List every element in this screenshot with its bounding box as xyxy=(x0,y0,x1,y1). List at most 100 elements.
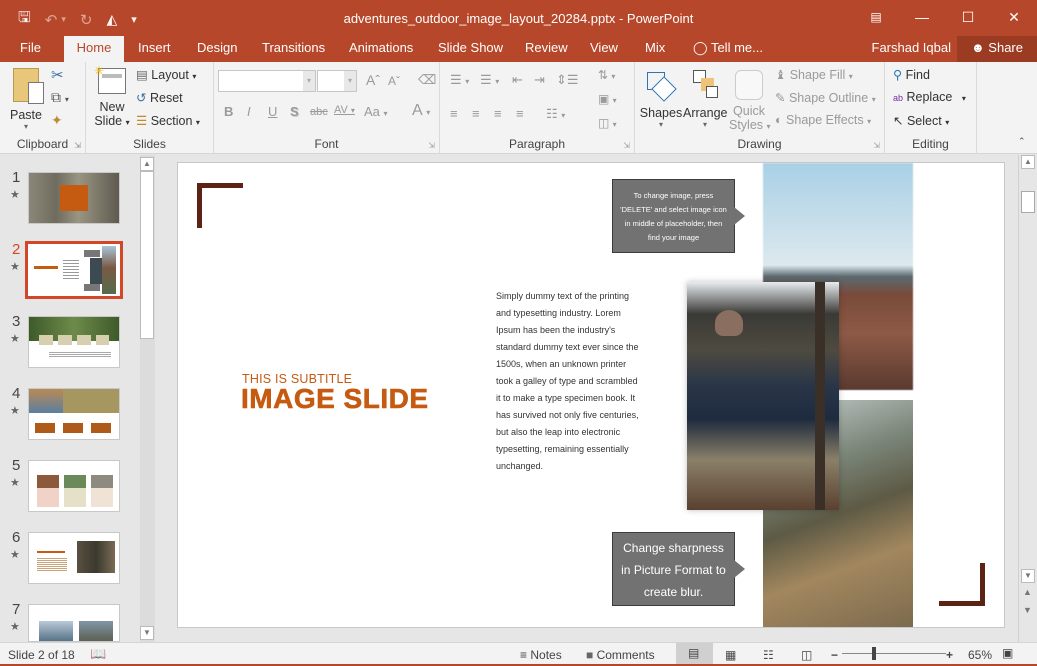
align-left-icon[interactable]: ≡ xyxy=(450,106,458,121)
cut-icon[interactable]: ✂ xyxy=(51,66,64,84)
change-case-button[interactable]: Aa ▾ xyxy=(364,104,388,119)
normal-view-button[interactable]: ▤ xyxy=(676,643,713,664)
slide-scroll-thumb[interactable] xyxy=(1021,191,1035,213)
tab-home[interactable]: Home xyxy=(64,36,124,62)
scroll-down-icon[interactable]: ▼ xyxy=(140,626,154,640)
shadow-button[interactable]: S xyxy=(290,104,299,119)
clipboard-dialog-launcher-icon[interactable]: ⇲ xyxy=(74,141,81,150)
tab-design[interactable]: Design xyxy=(187,36,247,62)
increase-indent-icon[interactable]: ⇥ xyxy=(534,72,545,88)
arrange-button[interactable]: Arrange ▾ xyxy=(683,66,727,129)
slide-body-text[interactable]: Simply dummy text of the printing and ty… xyxy=(496,288,641,475)
comments-button[interactable]: ■ Comments xyxy=(586,648,655,662)
underline-button[interactable]: U xyxy=(268,104,277,119)
paragraph-dialog-launcher-icon[interactable]: ⇲ xyxy=(623,141,630,150)
shape-fill-button[interactable]: ♝ Shape Fill ▾ xyxy=(775,67,853,82)
section-button[interactable]: ☰ Section ▾ xyxy=(136,113,200,128)
previous-slide-icon[interactable]: ▲ xyxy=(1023,587,1032,597)
collapse-ribbon-icon[interactable]: ⌃ xyxy=(1018,136,1026,147)
new-slide-button[interactable]: ✳ New Slide ▾ xyxy=(94,64,130,128)
slide-thumbnail-2[interactable] xyxy=(25,241,123,299)
tab-animations[interactable]: Animations xyxy=(339,36,423,62)
zoom-in-button[interactable]: + xyxy=(946,648,953,662)
align-center-icon[interactable]: ≡ xyxy=(472,106,480,121)
bullets-icon[interactable]: ☰ ▾ xyxy=(450,72,469,88)
bold-button[interactable]: B xyxy=(224,104,233,119)
maximize-button[interactable]: ☐ xyxy=(945,0,991,34)
slide-sorter-view-button[interactable]: ▦ xyxy=(725,648,736,662)
scroll-down-icon[interactable]: ▼ xyxy=(1021,569,1035,583)
shapes-button[interactable]: Shapes ▾ xyxy=(639,66,683,129)
scroll-up-icon[interactable]: ▲ xyxy=(140,157,154,171)
character-spacing-button[interactable]: AV ▾ xyxy=(334,104,355,116)
align-text-icon[interactable]: ▣ ▾ xyxy=(598,92,617,106)
slide-title[interactable]: IMAGE SLIDE xyxy=(241,383,429,415)
tab-review[interactable]: Review xyxy=(515,36,578,62)
format-painter-icon[interactable]: ✦ xyxy=(51,112,63,129)
decrease-font-size-icon[interactable]: Aˇ xyxy=(388,74,400,88)
copy-icon[interactable]: ⧉ ▾ xyxy=(51,89,69,106)
zoom-slider-track[interactable] xyxy=(842,653,946,654)
spell-check-icon[interactable]: 📖 xyxy=(90,646,106,662)
replace-button[interactable]: ab Replace ▾ xyxy=(893,90,966,104)
increase-font-size-icon[interactable]: Aˆ xyxy=(366,72,380,88)
align-right-icon[interactable]: ≡ xyxy=(494,106,502,121)
justify-icon[interactable]: ≡ xyxy=(516,106,524,121)
smartart-icon[interactable]: ◫ ▾ xyxy=(598,116,617,130)
minimize-button[interactable]: — xyxy=(899,0,945,34)
layout-button[interactable]: ▤ Layout ▾ xyxy=(136,67,196,82)
shape-outline-button[interactable]: ✎ Shape Outline ▾ xyxy=(775,90,876,105)
notes-button[interactable]: ≡ Notes xyxy=(520,648,562,662)
slide-thumbnail-3[interactable] xyxy=(28,316,120,368)
reading-view-button[interactable]: ☷ xyxy=(763,648,774,662)
callout-change-image[interactable]: To change image, press 'DELETE' and sele… xyxy=(612,179,745,253)
tab-file[interactable]: File xyxy=(10,36,51,62)
ribbon-display-options-button[interactable]: ▤ xyxy=(853,0,899,34)
thumbnail-scrollbar[interactable]: ▲ ▼ xyxy=(140,155,155,642)
tab-insert[interactable]: Insert xyxy=(128,36,181,62)
slide-thumbnail-4[interactable] xyxy=(28,388,120,440)
decrease-indent-icon[interactable]: ⇤ xyxy=(512,72,523,88)
reset-button[interactable]: ↺ Reset xyxy=(136,90,183,105)
slide-vertical-scrollbar[interactable]: ▲ ▼ ▲ ▼ xyxy=(1018,155,1037,642)
fit-slide-icon[interactable]: ▣ xyxy=(1002,646,1013,660)
italic-button[interactable]: I xyxy=(247,104,251,119)
columns-icon[interactable]: ☷ ▾ xyxy=(546,106,565,122)
paste-button[interactable]: Paste ▾ xyxy=(10,66,44,131)
user-name[interactable]: Farshad Iqbal xyxy=(872,36,952,60)
numbering-icon[interactable]: ☰ ▾ xyxy=(480,72,499,88)
font-size-input[interactable]: ▾ xyxy=(317,70,357,92)
callout-change-sharpness[interactable]: Change sharpness in Picture Format to cr… xyxy=(612,532,745,606)
scroll-up-icon[interactable]: ▲ xyxy=(1021,155,1035,169)
slide-show-button[interactable]: ◫ xyxy=(801,648,812,662)
font-color-button[interactable]: A ▾ xyxy=(412,102,430,120)
shape-effects-button[interactable]: ◐ Shape Effects ▾ xyxy=(775,113,871,127)
next-slide-icon[interactable]: ▼ xyxy=(1023,605,1032,615)
strikethrough-button[interactable]: abc xyxy=(310,106,328,118)
tab-view[interactable]: View xyxy=(580,36,628,62)
share-button[interactable]: ☻ Share xyxy=(957,36,1037,62)
font-name-input[interactable]: ▾ xyxy=(218,70,316,92)
select-button[interactable]: ↖ Select ▾ xyxy=(893,113,949,128)
slide-canvas[interactable]: THIS IS SUBTITLE IMAGE SLIDE Simply dumm… xyxy=(177,162,1005,628)
close-button[interactable]: ✕ xyxy=(991,0,1037,34)
zoom-out-button[interactable]: − xyxy=(831,648,838,662)
zoom-slider-thumb[interactable] xyxy=(872,647,876,660)
font-dialog-launcher-icon[interactable]: ⇲ xyxy=(428,141,435,150)
find-button[interactable]: ⚲ Find xyxy=(893,67,930,82)
slide-thumbnail-7[interactable] xyxy=(28,604,120,642)
text-direction-icon[interactable]: ⇅ ▾ xyxy=(598,68,615,82)
slide-thumbnail-1[interactable] xyxy=(28,172,120,224)
quick-styles-button[interactable]: Quick Styles ▾ xyxy=(729,66,771,132)
tab-mix[interactable]: Mix xyxy=(635,36,675,62)
slide-thumbnail-6[interactable] xyxy=(28,532,120,584)
line-spacing-icon[interactable]: ⇕☰ xyxy=(556,72,579,88)
tab-transitions[interactable]: Transitions xyxy=(252,36,335,62)
clear-formatting-icon[interactable]: ⌫ xyxy=(418,72,436,88)
tab-slide-show[interactable]: Slide Show xyxy=(428,36,513,62)
slide-thumbnail-5[interactable] xyxy=(28,460,120,512)
drawing-dialog-launcher-icon[interactable]: ⇲ xyxy=(873,141,880,150)
zoom-level[interactable]: 65% xyxy=(968,648,992,662)
thumbnail-scroll-thumb[interactable] xyxy=(140,171,154,339)
image-hiker-with-mug[interactable] xyxy=(687,282,839,510)
